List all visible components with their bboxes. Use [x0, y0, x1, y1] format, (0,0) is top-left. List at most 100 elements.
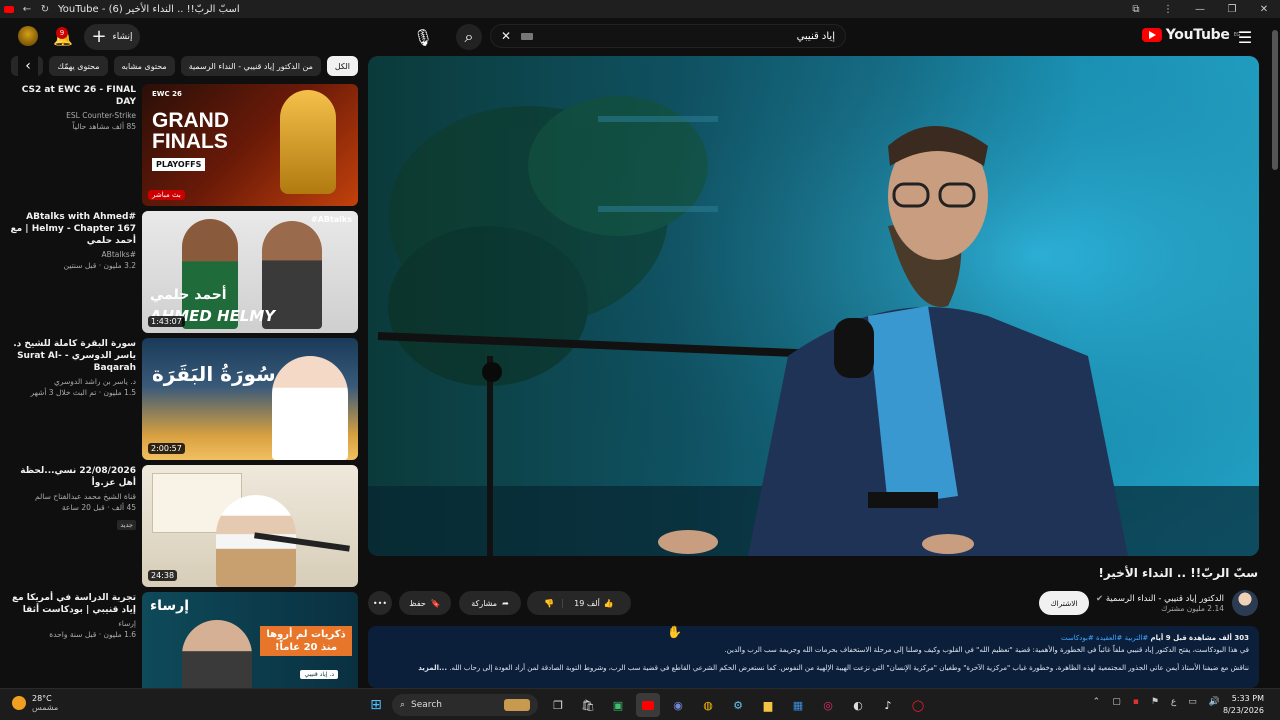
temperature: 28°C	[32, 694, 52, 703]
hashtags[interactable]: #التربية #العقيدة #بودكاست	[1061, 634, 1148, 642]
recommendation-item[interactable]: إرساء ذكريات لم أروها منذ 20 عاماً! د. إ…	[8, 592, 358, 688]
thumb-headline-2: FINALS	[152, 130, 228, 153]
thumb-headline: ذكريات لم أروها منذ 20 عاماً!	[260, 626, 352, 656]
search-icon: ⌕	[400, 700, 406, 710]
voice-search-mic-icon[interactable]: 🎙	[410, 24, 436, 50]
app-blue-icon[interactable]: ▦	[786, 693, 810, 717]
reload-icon[interactable]: ↻	[36, 0, 54, 18]
discord-icon[interactable]: ◉	[666, 693, 690, 717]
tray-app-icon[interactable]: ▢	[1112, 697, 1121, 707]
create-button[interactable]: + إنشاء	[84, 24, 140, 50]
mouse-cursor-icon: ✋	[667, 625, 682, 639]
app-green-icon[interactable]: ▣	[606, 693, 630, 717]
volume-icon[interactable]: 🔊	[1209, 697, 1220, 707]
youtube-logo[interactable]: YouTube EG	[1141, 27, 1240, 43]
weather-widget[interactable]: 28°C مشمس	[12, 694, 58, 712]
channel-avatar[interactable]	[1232, 590, 1258, 616]
recommendation-item[interactable]: سُورَةُ البَقَرَة 2:00:57 سورة البقرة كا…	[8, 338, 358, 460]
like-button[interactable]: 19 ألف 👍	[568, 599, 614, 608]
page-scrollbar[interactable]	[1272, 30, 1278, 170]
taskbar-search[interactable]: ⌕ Search	[392, 694, 538, 716]
video-thumbnail[interactable]: 24:38	[142, 465, 358, 587]
filter-chips: الكل من الدكتور إياد قنيبي - النداء الرس…	[10, 56, 358, 76]
tray-red-icon[interactable]: ▪	[1133, 697, 1139, 707]
video-title[interactable]: سورة البقرة كاملة للشيخ د. ياسر الدوسري …	[8, 338, 136, 374]
description-line-1: في هذا البودكاست، يفتح الدكتور إياد قنيب…	[724, 646, 1249, 654]
channel-name[interactable]: الدكتور إياد قنيبي - النداء الرسمية	[1106, 594, 1224, 604]
description-line-2: نناقش مع ضيفنا الأستاذ أيمن عاتي الجذور …	[449, 664, 1249, 672]
video-thumbnail[interactable]: سُورَةُ البَقَرَة 2:00:57	[142, 338, 358, 460]
chip-related[interactable]: محتوى مشابه	[113, 56, 175, 76]
opera-icon[interactable]: ◯	[906, 693, 930, 717]
clear-search-icon[interactable]: ✕	[501, 29, 511, 43]
video-duration: 24:38	[148, 570, 178, 581]
tiktok-icon[interactable]: ♪	[876, 693, 900, 717]
search-button[interactable]: ⌕	[456, 24, 482, 50]
chevron-up-icon[interactable]: ⌃	[1093, 697, 1101, 707]
tab-title: YouTube - اسبّ الربّ!! .. النداء الأخير …	[58, 3, 240, 15]
show-more-link[interactable]: ...المزيد	[418, 664, 447, 672]
windows-start-icon[interactable]: ⊞	[364, 693, 388, 717]
browser-titlebar: ← ↻ YouTube - اسبّ الربّ!! .. النداء الأ…	[0, 0, 1280, 18]
clock[interactable]: 5:33 PM 8/23/2026	[1223, 693, 1264, 717]
search-highlight-icon	[504, 699, 530, 711]
search-query-text: إياد قنيبي	[796, 30, 835, 42]
recommendation-item[interactable]: EWC 26 GRAND FINALS PLAYOFFS بث مباشر CS…	[8, 84, 358, 206]
description-box[interactable]: 303 ألف مشاهدة قبل 9 أيام #التربية #العق…	[368, 626, 1259, 688]
instagram-icon[interactable]: ◎	[816, 693, 840, 717]
chrome-icon[interactable]: ◍	[696, 693, 720, 717]
chip-all[interactable]: الكل	[326, 56, 358, 76]
video-title[interactable]: #ABtalks with Ahmed Helmy - Chapter 167 …	[8, 211, 136, 247]
menu-dots-icon[interactable]: ⋮	[1152, 4, 1184, 15]
channel-name[interactable]: قناة الشيخ محمد عبدالفتاح سالم	[8, 492, 136, 501]
video-player[interactable]	[368, 56, 1259, 556]
save-button[interactable]: حفظ 🔖	[399, 591, 451, 615]
close-window-button[interactable]: ✕	[1248, 4, 1280, 15]
network-icon[interactable]: ▭	[1188, 697, 1197, 707]
chip-for-you[interactable]: محتوى يهمّك	[49, 56, 108, 76]
video-title[interactable]: 22/08/2026 نسي...لحظة أهل عز.وأ	[8, 465, 136, 489]
extensions-icon[interactable]: ⧉	[1120, 4, 1152, 15]
chevron-left-icon[interactable]: ‹	[18, 56, 38, 76]
back-arrow-icon[interactable]: ←	[18, 0, 36, 18]
video-thumbnail[interactable]: إرساء ذكريات لم أروها منذ 20 عاماً! د. إ…	[142, 592, 358, 688]
task-view-icon[interactable]: ❐	[546, 693, 570, 717]
video-title[interactable]: CS2 at EWC 26 - FINAL DAY	[8, 84, 136, 108]
keyboard-icon[interactable]	[521, 32, 534, 40]
steam-icon[interactable]: ⚙	[726, 693, 750, 717]
video-thumbnail[interactable]: EWC 26 GRAND FINALS PLAYOFFS بث مباشر	[142, 84, 358, 206]
subscribe-button[interactable]: الاشتراك	[1039, 591, 1089, 615]
account-avatar[interactable]	[18, 26, 38, 46]
channel-name[interactable]: د. ياسر بن راشد الدوسري	[8, 377, 136, 386]
weather-condition: مشمس	[32, 703, 59, 712]
logo-text: YouTube	[1165, 27, 1230, 43]
person-image	[182, 620, 252, 688]
video-title[interactable]: تجربة الدراسة في أمريكا مع إياد قنيبي | …	[8, 592, 136, 616]
thumb-host-name: د. إياد قنيبي	[300, 670, 338, 679]
restore-button[interactable]: ❐	[1216, 4, 1248, 15]
save-label: حفظ	[409, 598, 426, 608]
minimize-button[interactable]: —	[1184, 4, 1216, 15]
hamburger-menu-icon[interactable]: ☰	[1232, 24, 1258, 50]
channel-name[interactable]: ESL Counter-Strike	[8, 111, 136, 120]
recommendation-item[interactable]: 24:38 22/08/2026 نسي...لحظة أهل عز.وأ قن…	[8, 465, 358, 587]
search-input[interactable]: إياد قنيبي ✕	[490, 24, 846, 48]
clock-time: 5:33 PM	[1231, 694, 1264, 703]
obs-icon[interactable]: ◐	[846, 693, 870, 717]
thumbs-up-icon: 👍	[603, 598, 614, 608]
video-thumbnail[interactable]: #ABtalks أحمد حلمي AHMED HELMY 1:43:07	[142, 211, 358, 333]
dislike-button[interactable]: 👎	[544, 598, 564, 608]
share-button[interactable]: مشاركة ➦	[459, 591, 521, 615]
more-actions-button[interactable]: •••	[368, 591, 392, 615]
youtube-taskbar-icon[interactable]	[636, 693, 660, 717]
store-icon[interactable]: 🛍	[576, 693, 600, 717]
file-explorer-icon[interactable]: ▆	[756, 693, 780, 717]
tray-flag-icon[interactable]: ⚑	[1151, 697, 1159, 707]
chip-from-channel[interactable]: من الدكتور إياد قنيبي - النداء الرسمية	[180, 56, 321, 76]
input-language[interactable]: ع	[1171, 697, 1176, 707]
share-label: مشاركة	[471, 598, 498, 608]
channel-name[interactable]: إرساء	[8, 619, 136, 628]
thumb-brand: إرساء	[150, 598, 190, 614]
channel-name[interactable]: #ABtalks	[8, 250, 136, 259]
recommendation-item[interactable]: #ABtalks أحمد حلمي AHMED HELMY 1:43:07 #…	[8, 211, 358, 333]
